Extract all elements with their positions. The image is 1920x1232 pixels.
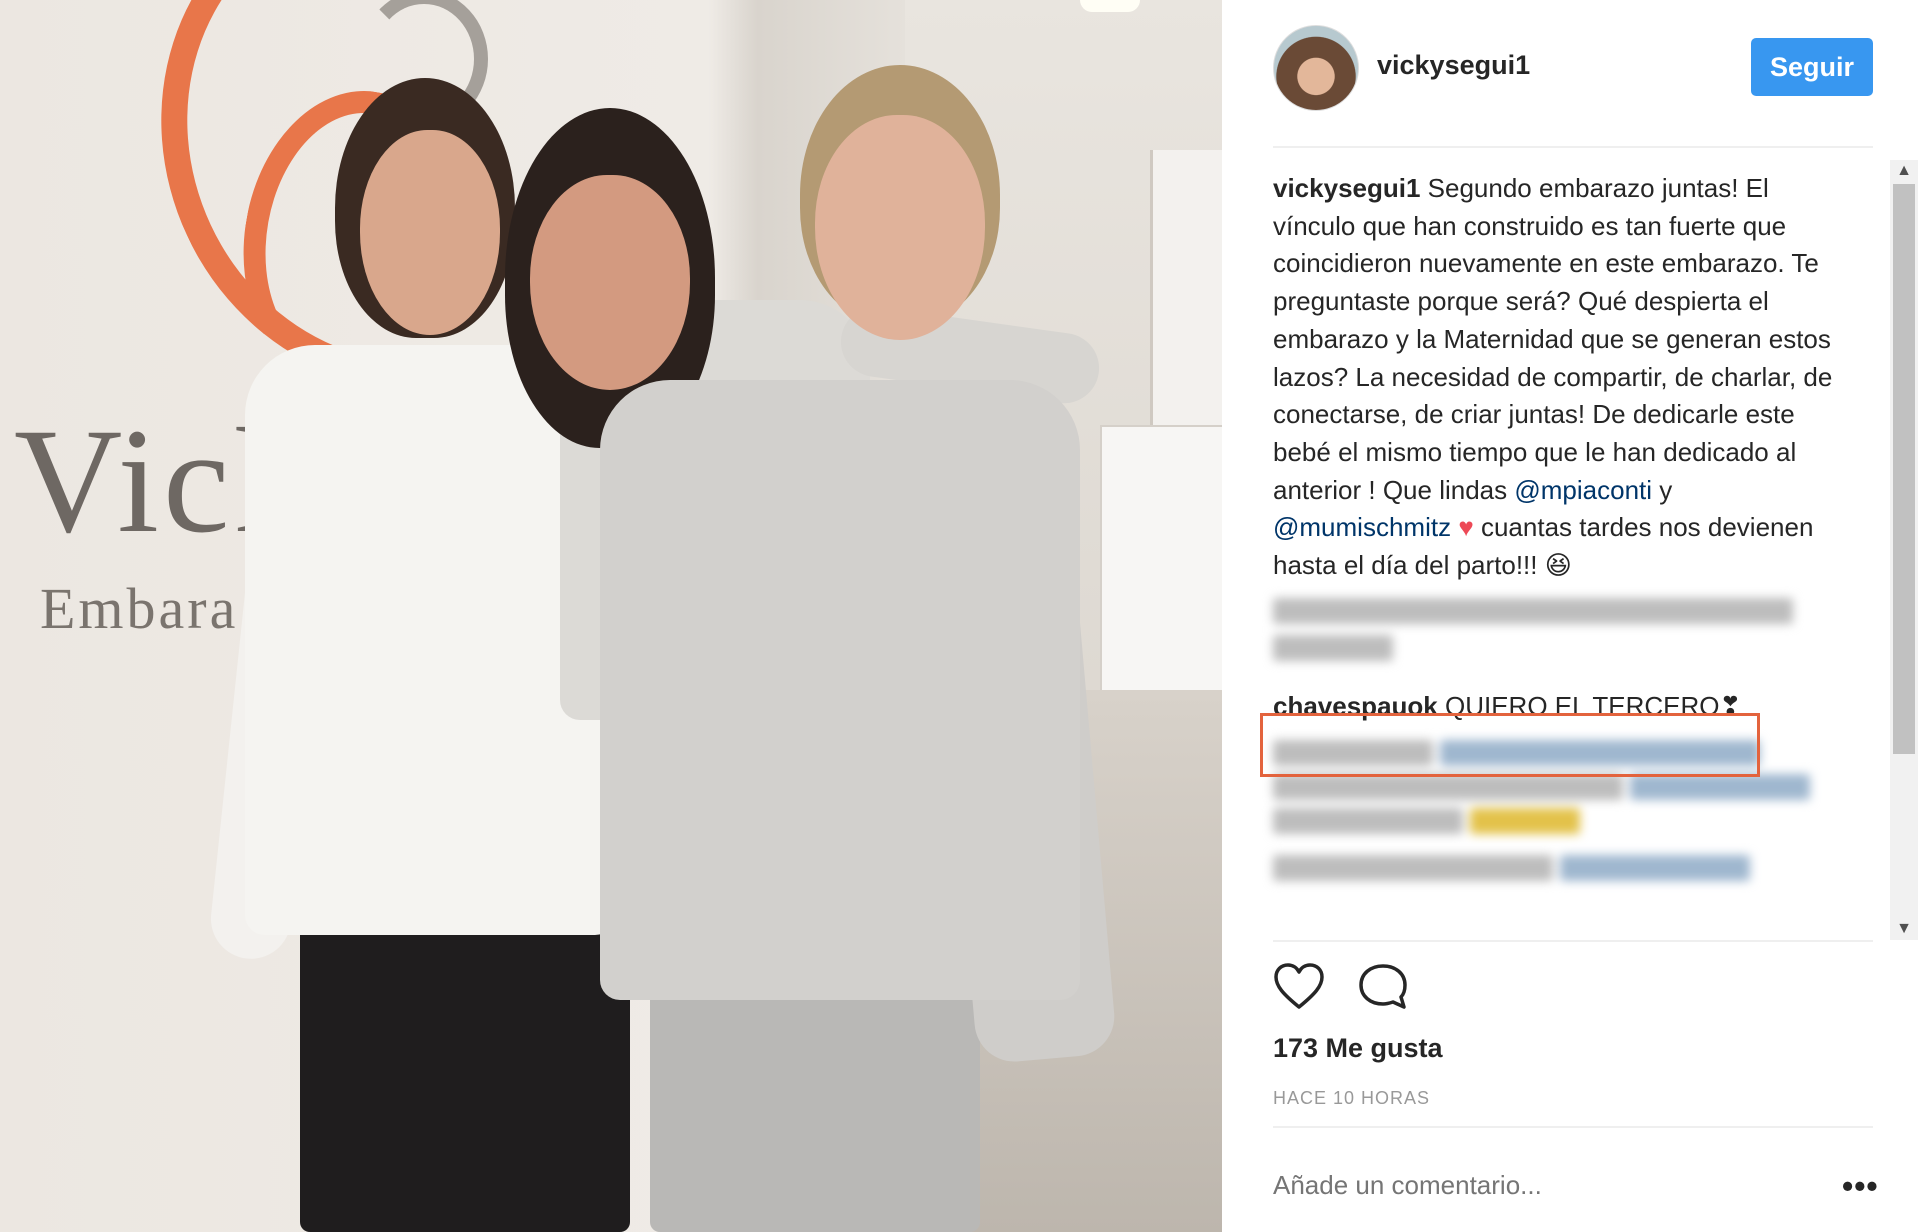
post-header: vickysegui1 Seguir (1222, 0, 1920, 146)
background-cabinet (1100, 425, 1222, 699)
more-options-button[interactable]: ••• (1842, 1168, 1879, 1205)
comment-bubble-icon[interactable] (1357, 962, 1409, 1012)
caption-text: Segundo embarazo juntas! El vínculo que … (1273, 173, 1833, 505)
wall-brand-subtitle: Embara (40, 576, 239, 641)
comments-list[interactable]: vickysegui1 Segundo embarazo juntas! El … (1273, 170, 1843, 892)
scroll-down-arrow-icon[interactable]: ▼ (1890, 918, 1918, 940)
scrollbar-thumb[interactable] (1893, 184, 1915, 754)
post-photo[interactable]: Vick Embara (0, 0, 1222, 1232)
caption: vickysegui1 Segundo embarazo juntas! El … (1273, 170, 1843, 585)
heart-emoji: ♥ (1458, 512, 1474, 543)
laughing-emoji: 😆 (1544, 550, 1572, 581)
post-details-panel: vickysegui1 Seguir vickysegui1 Segundo e… (1222, 0, 1920, 1232)
scroll-up-arrow-icon[interactable]: ▲ (1890, 160, 1918, 182)
mention-link[interactable]: @mumischmitz (1273, 512, 1451, 542)
likes-count[interactable]: 173 Me gusta (1273, 1033, 1443, 1064)
caption-username[interactable]: vickysegui1 (1273, 173, 1420, 203)
follow-button[interactable]: Seguir (1751, 38, 1873, 96)
post-timestamp[interactable]: HACE 10 HORAS (1273, 1088, 1430, 1109)
avatar[interactable] (1273, 25, 1359, 111)
divider (1273, 146, 1873, 148)
comment-highlight-box (1260, 713, 1760, 777)
ceiling-light (1080, 0, 1140, 12)
mention-link[interactable]: @mpiaconti (1514, 475, 1652, 505)
caption-text: y (1652, 474, 1673, 505)
add-comment-input[interactable] (1273, 1170, 1793, 1201)
heart-outline-icon[interactable] (1273, 962, 1325, 1012)
blurred-comment (1273, 854, 1843, 892)
divider (1273, 1126, 1873, 1128)
scrollbar[interactable]: ▲ ▼ (1890, 160, 1918, 940)
blurred-comment (1273, 597, 1843, 672)
header-username[interactable]: vickysegui1 (1377, 50, 1530, 81)
divider (1273, 940, 1873, 942)
